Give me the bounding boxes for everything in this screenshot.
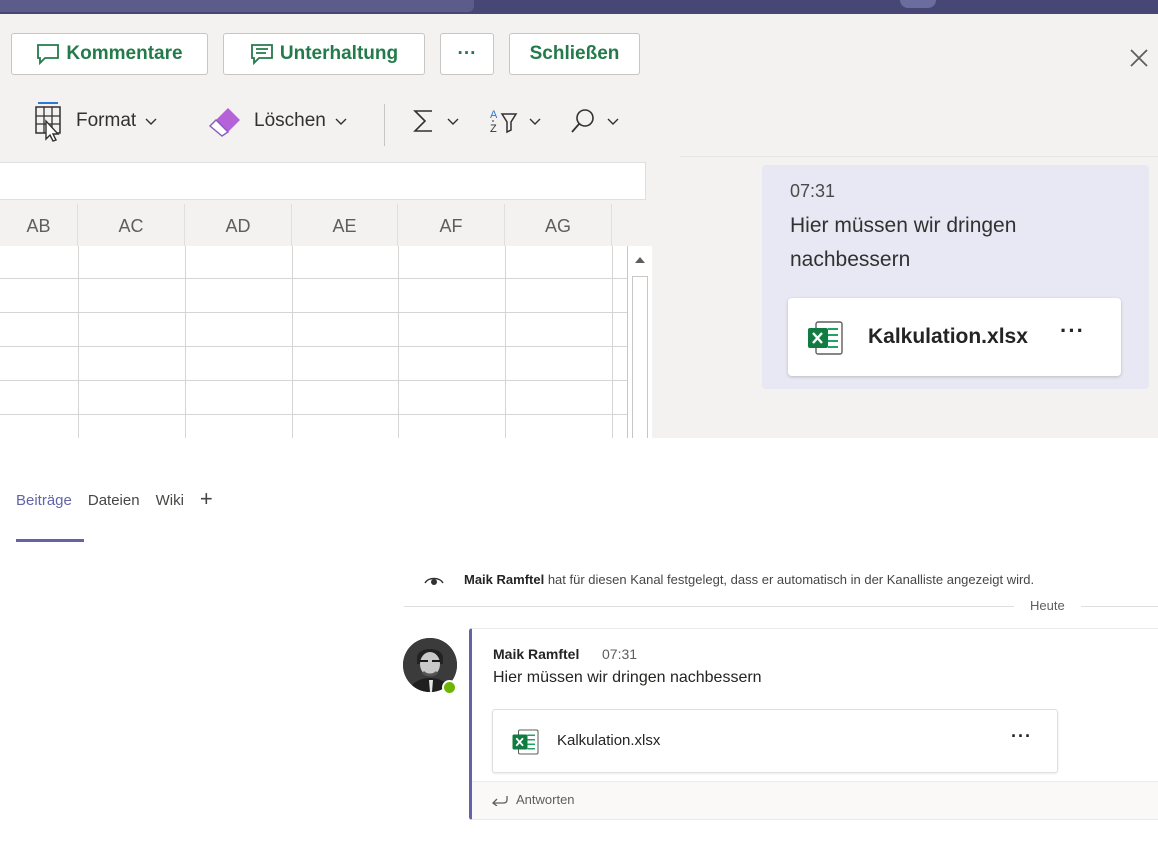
message-text: Hier müssen wir dringen nachbessern <box>790 214 1017 271</box>
tab-posts[interactable]: Beiträge <box>16 492 84 542</box>
chevron-down-icon <box>335 118 347 125</box>
post-author[interactable]: Maik Ramftel <box>493 646 579 662</box>
clear-button[interactable]: Löschen <box>206 95 348 147</box>
column-headers: AB AC AD AE AF AG <box>0 204 652 246</box>
cell-area[interactable] <box>0 246 627 438</box>
excel-viewer: Kommentare Unterhaltung ··· Schließen Fo… <box>0 0 1158 438</box>
close-icon[interactable] <box>1126 45 1152 71</box>
ribbon: Format Löschen A Z <box>0 95 660 147</box>
comment-icon <box>37 44 60 65</box>
file-name: Kalkulation.xlsx <box>557 732 661 749</box>
presence-available-icon <box>442 680 457 695</box>
reply-button[interactable]: Antworten <box>472 781 1158 819</box>
column-header-ag[interactable]: AG <box>505 204 612 246</box>
row-line <box>0 380 627 381</box>
scroll-track[interactable] <box>632 276 648 438</box>
formula-bar[interactable] <box>0 162 646 200</box>
column-header-ab[interactable]: AB <box>0 204 78 246</box>
column-header-ae[interactable]: AE <box>292 204 398 246</box>
more-options-button[interactable]: ··· <box>440 33 494 75</box>
close-file-label: Schließen <box>529 43 620 64</box>
chat-message-bubble: 07:31 Hier müssen wir dringen nachbesser… <box>762 165 1149 389</box>
vertical-scrollbar[interactable] <box>627 246 652 438</box>
svg-text:Z: Z <box>490 123 497 135</box>
svg-text:A: A <box>490 109 498 121</box>
scroll-up-button[interactable] <box>632 252 648 268</box>
sigma-icon <box>413 110 432 132</box>
system-message: Maik Ramftel hat für diesen Kanal festge… <box>424 572 1034 587</box>
title-bar-avatar[interactable] <box>900 0 936 8</box>
ribbon-divider <box>384 104 385 146</box>
column-header-ac[interactable]: AC <box>78 204 185 246</box>
format-label: Format <box>76 110 137 131</box>
excel-file-icon <box>512 729 539 755</box>
post-text: Hier müssen wir dringen nachbessern <box>493 669 762 686</box>
search-icon <box>571 109 594 133</box>
chevron-down-icon <box>145 118 157 125</box>
row-line <box>0 312 627 313</box>
eraser-icon <box>208 108 240 137</box>
file-attachment-card[interactable]: Kalkulation.xlsx ··· <box>492 709 1058 773</box>
column-header-ad[interactable]: AD <box>185 204 292 246</box>
format-button[interactable]: Format <box>30 95 158 147</box>
system-message-author[interactable]: Maik Ramftel <box>464 572 544 587</box>
row-line <box>0 414 627 415</box>
channel-tabs: Beiträge Dateien Wiki + <box>16 486 213 542</box>
column-line <box>398 246 399 438</box>
more-label: ··· <box>457 43 477 64</box>
chevron-down-icon <box>529 118 541 125</box>
chevron-down-icon <box>447 118 459 125</box>
reply-content: Antworten <box>492 792 575 807</box>
triangle-up-icon <box>635 257 645 263</box>
conversation-button[interactable]: Unterhaltung <box>223 33 425 75</box>
spreadsheet-grid: AB AC AD AE AF AG <box>0 204 652 438</box>
conversation-icon <box>250 44 273 65</box>
system-message-text: hat für diesen Kanal festgelegt, dass er… <box>544 572 1035 587</box>
post-time: 07:31 <box>602 646 638 662</box>
tab-files[interactable]: Dateien <box>88 492 140 542</box>
comments-label: Kommentare <box>66 43 183 64</box>
eye-icon <box>424 577 444 585</box>
date-separator: Heute <box>1014 598 1081 613</box>
sort-filter-button[interactable]: A Z <box>488 95 542 147</box>
column-line <box>612 246 613 438</box>
autosum-button[interactable] <box>408 95 460 147</box>
row-line <box>0 278 627 279</box>
comments-button[interactable]: Kommentare <box>11 33 208 75</box>
find-button[interactable] <box>568 95 620 147</box>
column-header-af[interactable]: AF <box>398 204 505 246</box>
file-more-button[interactable]: ··· <box>1060 318 1085 344</box>
title-bar <box>0 0 1158 14</box>
file-attachment-card[interactable]: Kalkulation.xlsx ··· <box>788 298 1121 376</box>
conversation-label: Unterhaltung <box>279 43 399 64</box>
clear-label: Löschen <box>254 110 326 131</box>
message-time: 07:31 <box>790 181 836 201</box>
chevron-down-icon <box>607 118 619 125</box>
reply-arrow-icon <box>492 795 508 806</box>
file-more-button[interactable]: ··· <box>1011 726 1032 747</box>
file-name: Kalkulation.xlsx <box>868 325 1028 348</box>
column-line <box>505 246 506 438</box>
row-line <box>0 346 627 347</box>
format-cells-icon <box>35 102 61 142</box>
column-line <box>78 246 79 438</box>
tab-wiki[interactable]: Wiki <box>156 492 184 542</box>
sort-filter-icon: A Z <box>490 109 518 135</box>
column-line <box>292 246 293 438</box>
channel-post: Maik Ramftel 07:31 Hier müssen wir dring… <box>469 628 1158 820</box>
title-bar-search[interactable] <box>0 0 474 12</box>
excel-file-icon <box>808 321 843 355</box>
reply-label: Antworten <box>516 792 575 807</box>
close-file-button[interactable]: Schließen <box>509 33 640 75</box>
add-tab-button[interactable]: + <box>200 486 213 542</box>
column-line <box>185 246 186 438</box>
